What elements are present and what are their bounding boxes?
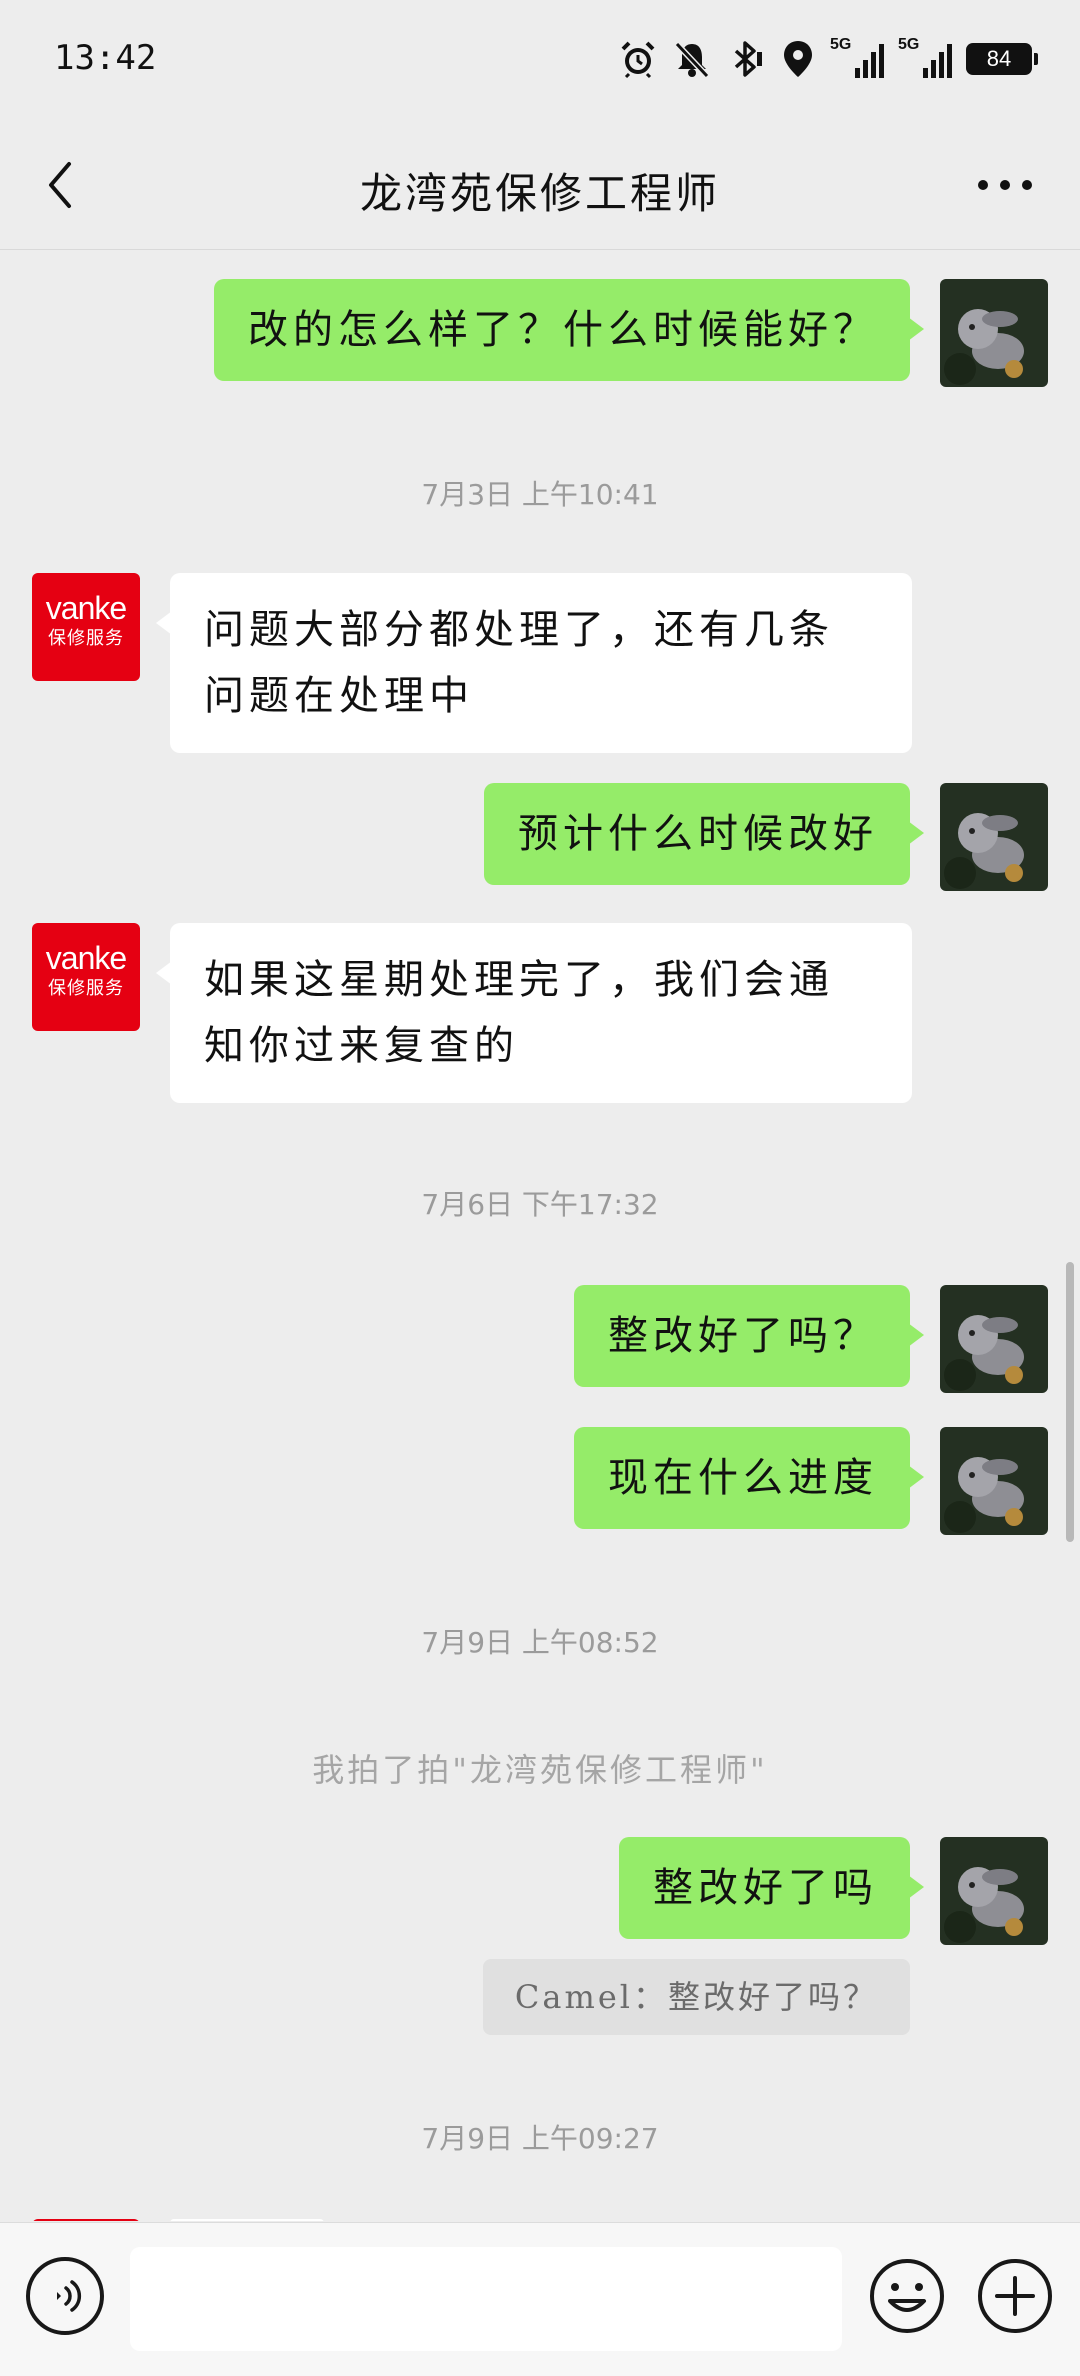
quoted-message[interactable]: Camel：整改好了吗？: [482, 1959, 910, 2035]
signal-5g-icon: 5G: [898, 36, 952, 82]
alarm-icon: [618, 36, 658, 82]
voice-button[interactable]: [26, 2257, 104, 2335]
status-bar: 13:42 5G 5G 84: [0, 0, 1080, 120]
vanke-logo-text: vanke: [45, 590, 127, 626]
more-dots-icon: [978, 180, 1032, 190]
message-bubble-self[interactable]: 整改好了吗？: [574, 1285, 924, 1387]
self-avatar[interactable]: [940, 1837, 1048, 1945]
message-input[interactable]: [130, 2247, 842, 2351]
self-avatar[interactable]: [940, 279, 1048, 387]
voice-icon: [57, 2280, 82, 2312]
mute-bell-icon: [672, 36, 712, 82]
message-list[interactable]: 改的怎么样了？什么时候能好？ 7月3日 上午10:41 vanke 保修服务 问…: [0, 251, 1080, 2221]
message-bubble-self[interactable]: 整改好了吗: [619, 1837, 924, 1939]
more-functions-button[interactable]: [976, 2257, 1054, 2335]
pat-system-note: 我拍了拍"龙湾苑保修工程师": [312, 1751, 768, 1789]
chat-screen: 13:42 5G 5G 84 龙湾苑保修工程师 改的怎么样了？什么时候能好？ 7…: [0, 0, 1080, 2376]
self-avatar[interactable]: [940, 1427, 1048, 1535]
location-icon: [780, 36, 816, 82]
message-bubble-other[interactable]: 如果这星期处理完了，我们会通知你过来复查的: [156, 923, 912, 1103]
message-bubble-self[interactable]: 现在什么进度: [574, 1427, 924, 1529]
vanke-avatar[interactable]: vanke 保修服务: [32, 923, 140, 1031]
timestamp: 7月6日 下午17:32: [421, 1188, 659, 1221]
more-options-button[interactable]: [970, 160, 1040, 210]
emoji-button[interactable]: [868, 2257, 946, 2335]
chat-title: 龙湾苑保修工程师: [359, 169, 720, 218]
signal-5g-icon: 5G: [830, 36, 884, 82]
self-avatar[interactable]: [940, 1285, 1048, 1393]
message-bubble-partial: [170, 2219, 324, 2221]
vanke-avatar[interactable]: vanke 保修服务: [32, 573, 140, 681]
timestamp: 7月9日 上午08:52: [421, 1626, 659, 1659]
battery-indicator: 84: [966, 43, 1038, 75]
signal-2-label: 5G: [898, 36, 920, 53]
timestamp: 7月9日 上午09:27: [421, 2122, 659, 2155]
vanke-logo-subtext: 保修服务: [48, 628, 124, 649]
message-bubble-self[interactable]: 改的怎么样了？什么时候能好？: [214, 279, 924, 381]
vanke-logo-text: vanke: [45, 940, 127, 976]
status-time: 13:42: [54, 38, 157, 78]
emoji-icon: [870, 2259, 944, 2333]
self-avatar[interactable]: [940, 783, 1048, 891]
bluetooth-icon: [726, 36, 766, 82]
message-bubble-other[interactable]: 问题大部分都处理了，还有几条问题在处理中: [156, 573, 912, 753]
timestamp: 7月3日 上午10:41: [421, 478, 659, 511]
input-bar: [0, 2222, 1080, 2376]
message-bubble-self[interactable]: 预计什么时候改好: [484, 783, 924, 885]
vanke-avatar-partial: [32, 2219, 140, 2221]
vanke-logo-subtext: 保修服务: [48, 978, 124, 999]
status-icons: 5G 5G 84: [618, 36, 1038, 82]
plus-icon: [978, 2259, 1052, 2333]
scrollbar[interactable]: [1066, 1262, 1074, 1542]
nav-bar: 龙湾苑保修工程师: [0, 120, 1080, 250]
signal-1-label: 5G: [830, 36, 852, 53]
